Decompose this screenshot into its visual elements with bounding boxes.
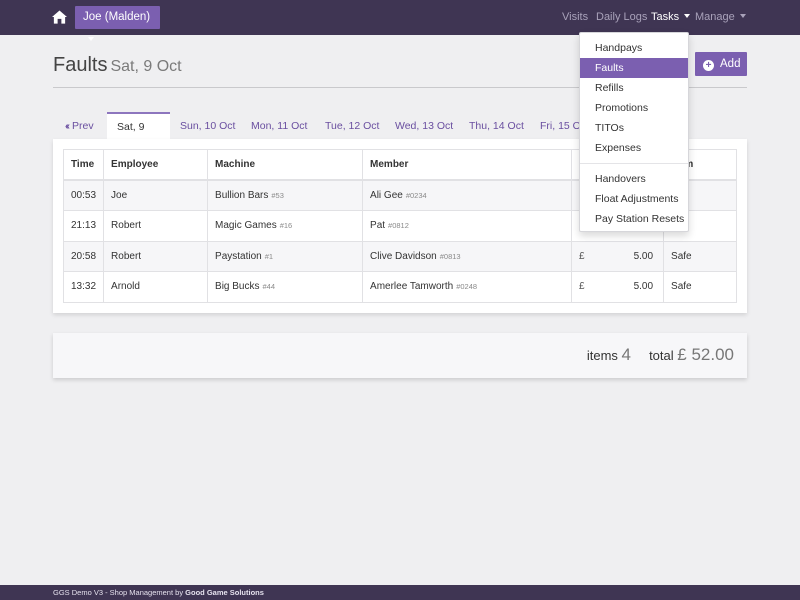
nav-tasks[interactable]: Tasks <box>651 11 691 23</box>
machine-number: #1 <box>264 251 274 261</box>
menu-item-promotions[interactable]: Promotions <box>580 98 688 118</box>
menu-item-faults[interactable]: Faults <box>580 58 688 78</box>
menu-item-expenses[interactable]: Expenses <box>580 138 688 158</box>
add-button[interactable]: + Add <box>695 52 747 76</box>
member-name: Ali Gee <box>370 190 403 201</box>
add-button-label: Add <box>720 58 741 70</box>
member-number: #0234 <box>405 191 427 200</box>
menu-divider <box>580 163 688 164</box>
nav-daily-logs[interactable]: Daily Logs <box>596 11 647 23</box>
machine-number: #44 <box>262 282 276 292</box>
total-value: £ 52.00 <box>677 345 734 364</box>
total-label: total <box>649 348 674 363</box>
machine-name: Big Bucks <box>215 281 260 293</box>
currency-symbol: £ <box>579 250 585 262</box>
member-name: Amerlee Tamworth <box>370 281 454 293</box>
menu-item-refills[interactable]: Refills <box>580 78 688 98</box>
tasks-dropdown-menu: Handpays Faults Refills Promotions TITOs… <box>579 32 689 232</box>
cell-employee: Robert <box>103 210 209 242</box>
member-name: Pat <box>370 220 386 232</box>
tab-wed-13-oct[interactable]: Wed, 13 Oct <box>385 112 463 140</box>
user-label: Joe (Malden) <box>83 11 151 23</box>
cell-machine: Big Bucks #44 <box>207 271 364 303</box>
cell-employee: Robert <box>103 240 209 272</box>
caret-down-icon <box>684 14 691 19</box>
cell-member: Pat #0812 <box>362 210 573 242</box>
cell-time: 20:58 <box>62 240 105 272</box>
col-employee[interactable]: Employee <box>103 149 209 181</box>
nav-manage-label: Manage <box>695 11 735 23</box>
plus-circle-icon: + <box>703 60 714 71</box>
tab-mon-11-oct[interactable]: Mon, 11 Oct <box>241 112 317 140</box>
tab-prev-label: Prev <box>72 120 94 132</box>
home-icon[interactable] <box>52 10 67 24</box>
footer-app-name: GGS Demo V3 - Shop Management <box>53 588 174 597</box>
cell-member: Ali Gee #0234 <box>362 179 573 211</box>
cell-machine: Magic Games #16 <box>207 210 364 242</box>
cell-employee: Arnold <box>103 271 209 303</box>
tab-sat-9-oct[interactable]: Sat, 9 Oct <box>107 112 170 159</box>
footer-by: by <box>175 588 184 597</box>
col-machine[interactable]: Machine <box>207 149 364 181</box>
cell-time: 00:53 <box>62 179 105 211</box>
totals-summary: items 4 total £ 52.00 <box>587 345 734 365</box>
caret-down-icon <box>739 14 746 19</box>
page-subtitle: Sat, 9 Oct <box>110 58 182 75</box>
nav-tasks-label: Tasks <box>651 11 680 23</box>
totals-panel: items 4 total £ 52.00 <box>53 333 747 378</box>
items-label: items <box>586 348 618 363</box>
double-chevron-left-icon: ‹‹ <box>65 120 70 132</box>
table-row[interactable]: 13:32 Arnold Big Bucks #44 Amerlee Tamwor… <box>62 271 737 303</box>
cell-member: Amerlee Tamworth #0248 <box>362 271 573 303</box>
tab-thu-14-oct[interactable]: Thu, 14 Oct <box>459 112 534 140</box>
tab-prev[interactable]: ‹‹ Prev <box>55 112 104 140</box>
menu-item-titos[interactable]: TITOs <box>580 118 688 138</box>
cell-machine: Paystation #1 <box>207 240 364 272</box>
member-number: #0813 <box>439 251 461 261</box>
page-title: Faults Sat, 9 Oct <box>53 54 182 77</box>
menu-item-pay-station-resets[interactable]: Pay Station Resets <box>580 209 688 229</box>
top-navbar: Joe (Malden) Visits Daily Logs Tasks Man… <box>0 0 800 41</box>
machine-number: #16 <box>279 221 293 231</box>
menu-item-handovers[interactable]: Handovers <box>580 169 688 189</box>
menu-item-handpays[interactable]: Handpays <box>580 38 688 58</box>
cell-from: Safe <box>663 240 737 272</box>
footer: GGS Demo V3 - Shop Management by Good Ga… <box>0 585 800 600</box>
cell-amount: £5.00 <box>571 271 665 303</box>
cell-employee: Joe <box>103 179 209 211</box>
caret-down-icon <box>88 36 94 41</box>
col-member[interactable]: Member <box>362 149 573 181</box>
cell-machine: Bullion Bars #53 <box>207 179 364 211</box>
tab-tue-12-oct[interactable]: Tue, 12 Oct <box>315 112 389 140</box>
machine-name: Bullion Bars <box>215 190 269 201</box>
cell-member: Clive Davidson #0813 <box>362 240 573 272</box>
page-title-text: Faults <box>53 54 108 76</box>
cell-time: 21:13 <box>62 210 105 242</box>
member-number: #0248 <box>456 282 478 292</box>
col-time[interactable]: Time <box>62 149 105 181</box>
cell-time: 13:32 <box>62 271 105 303</box>
nav-visits[interactable]: Visits <box>562 11 588 23</box>
footer-company-link[interactable]: Good Game Solutions <box>185 588 264 597</box>
menu-item-float-adjustments[interactable]: Float Adjustments <box>580 189 688 209</box>
amount-value: 5.00 <box>633 281 654 293</box>
tab-sun-10-oct[interactable]: Sun, 10 Oct <box>170 112 245 140</box>
table-row[interactable]: 20:58 Robert Paystation #1 Clive Davidson… <box>62 240 737 272</box>
member-name: Clive Davidson <box>370 250 437 262</box>
user-dropdown-button[interactable]: Joe (Malden) <box>75 6 160 41</box>
cell-from: Safe <box>663 271 737 303</box>
currency-symbol: £ <box>579 281 585 293</box>
machine-name: Magic Games <box>215 220 277 232</box>
machine-name: Paystation <box>215 250 262 262</box>
member-number: #0812 <box>388 221 409 231</box>
machine-number: #53 <box>271 191 284 200</box>
nav-manage[interactable]: Manage <box>695 11 746 23</box>
cell-amount: £5.00 <box>571 240 665 272</box>
items-count: 4 <box>621 345 631 364</box>
amount-value: 5.00 <box>633 250 654 262</box>
